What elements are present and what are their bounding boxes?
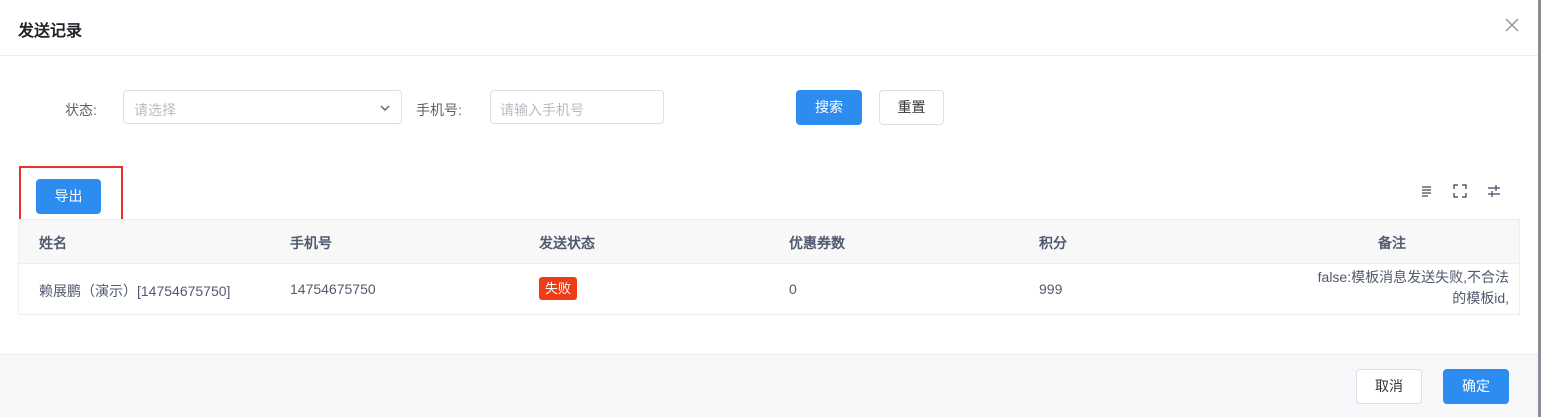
density-icon[interactable] bbox=[1419, 183, 1435, 199]
cell-remark: false:模板消息发送失败,不合法 的模板id, bbox=[1249, 267, 1509, 309]
search-button[interactable]: 搜索 bbox=[796, 90, 862, 125]
fullscreen-icon[interactable] bbox=[1452, 183, 1468, 199]
dialog-title: 发送记录 bbox=[18, 23, 83, 40]
status-select-placeholder: 请选择 bbox=[134, 102, 176, 118]
cell-coupons: 0 bbox=[789, 281, 797, 297]
send-record-table: 姓名 手机号 发送状态 优惠券数 积分 备注 赖展鹏（演示）[147546757… bbox=[18, 219, 1520, 315]
remark-line-2: 的模板id, bbox=[1452, 290, 1509, 306]
export-button[interactable]: 导出 bbox=[36, 179, 101, 214]
remark-line-1: false:模板消息发送失败,不合法 bbox=[1317, 269, 1509, 285]
column-settings-icon[interactable] bbox=[1486, 183, 1502, 199]
status-badge: 失败 bbox=[539, 277, 578, 300]
phone-input[interactable]: 请输入手机号 bbox=[490, 90, 664, 124]
confirm-button[interactable]: 确定 bbox=[1443, 369, 1509, 404]
chevron-down-icon bbox=[378, 101, 392, 115]
phone-label: 手机号: bbox=[416, 102, 462, 118]
column-header-status: 发送状态 bbox=[539, 235, 595, 251]
cell-name: 赖展鹏（演示）[14754675750] bbox=[39, 283, 231, 299]
column-header-remark: 备注 bbox=[1378, 235, 1406, 251]
column-header-coupons: 优惠券数 bbox=[789, 235, 845, 251]
dialog-footer: 取消 确定 bbox=[0, 354, 1538, 417]
dialog-header: 发送记录 bbox=[0, 0, 1538, 56]
phone-input-placeholder: 请输入手机号 bbox=[500, 102, 584, 118]
status-select[interactable]: 请选择 bbox=[123, 90, 402, 124]
close-icon[interactable] bbox=[1501, 14, 1523, 36]
cell-phone: 14754675750 bbox=[290, 281, 376, 297]
table-header: 姓名 手机号 发送状态 优惠券数 积分 备注 bbox=[19, 220, 1519, 264]
status-label: 状态: bbox=[65, 102, 97, 118]
cell-points: 999 bbox=[1039, 281, 1063, 297]
column-header-phone: 手机号 bbox=[290, 235, 332, 251]
column-header-name: 姓名 bbox=[39, 235, 67, 251]
cancel-button[interactable]: 取消 bbox=[1356, 369, 1422, 404]
send-record-dialog: 发送记录 状态: 请选择 手机号: 请输入手机号 搜索 重置 导出 姓名 手机号… bbox=[0, 0, 1538, 417]
reset-button[interactable]: 重置 bbox=[879, 90, 944, 125]
column-header-points: 积分 bbox=[1039, 235, 1067, 251]
